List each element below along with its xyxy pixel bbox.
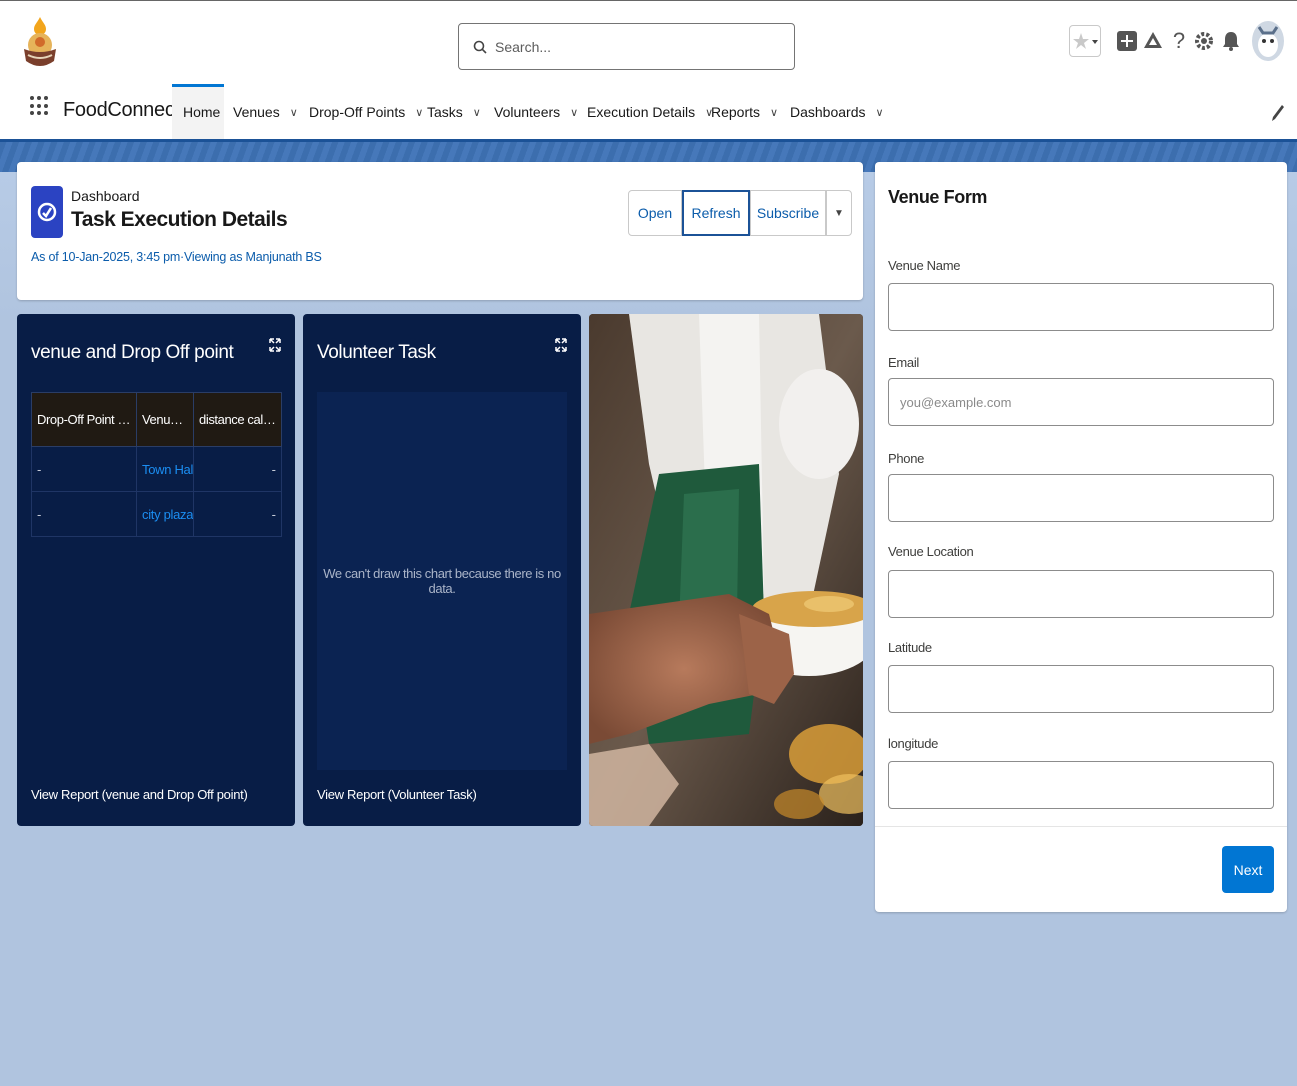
nav-item-execution-details[interactable]: Execution Details ∨ bbox=[587, 104, 713, 120]
help-button[interactable]: ? bbox=[1168, 25, 1190, 57]
nav-item-tasks[interactable]: Tasks ∨ bbox=[427, 104, 481, 120]
chevron-down-icon[interactable]: ∨ bbox=[876, 106, 884, 119]
dashboard-header: Dashboard Task Execution Details As of 1… bbox=[17, 162, 863, 300]
expand-icon[interactable] bbox=[555, 338, 567, 352]
form-title: Venue Form bbox=[888, 187, 988, 207]
phone-field[interactable] bbox=[888, 474, 1274, 522]
nav-item-dashboards[interactable]: Dashboards ∨ bbox=[790, 104, 884, 120]
nav-item-label: Dashboards bbox=[790, 104, 866, 120]
dashboard-label: Dashboard bbox=[71, 188, 140, 204]
nav-item-label: Drop-Off Points bbox=[309, 104, 406, 120]
app-logo bbox=[24, 17, 56, 66]
column-header-venue[interactable]: Venue ... bbox=[136, 392, 194, 447]
more-actions-chevron-down-icon[interactable]: ▼ bbox=[826, 190, 852, 236]
nav-item-reports[interactable]: Reports ∨ bbox=[711, 104, 778, 120]
notifications-button[interactable] bbox=[1220, 25, 1242, 57]
trailhead-icon bbox=[1144, 32, 1162, 48]
widget-title: Volunteer Task bbox=[317, 342, 436, 363]
field-label: Venue Location bbox=[888, 544, 974, 559]
venue-name-field[interactable] bbox=[888, 283, 1274, 331]
field-label: longitude bbox=[888, 736, 939, 751]
search-icon bbox=[473, 40, 487, 54]
dashboard-icon bbox=[31, 186, 63, 238]
expand-icon[interactable] bbox=[269, 338, 281, 352]
food-serving-image bbox=[589, 314, 863, 826]
empty-chart-message: We can't draw this chart because there i… bbox=[323, 566, 561, 596]
setup-gear-icon bbox=[1195, 32, 1213, 50]
app-launcher-icon[interactable] bbox=[30, 96, 50, 116]
nav-item-label: Tasks bbox=[427, 104, 463, 120]
venue-location-field[interactable] bbox=[888, 570, 1274, 618]
nav-item-home[interactable]: Home bbox=[183, 104, 220, 120]
nav-item-drop-off-points[interactable]: Drop-Off Points ∨ bbox=[309, 104, 423, 120]
chevron-down-icon[interactable]: ∨ bbox=[570, 106, 578, 119]
chevron-down-icon[interactable]: ∨ bbox=[770, 106, 778, 119]
field-label: Venue Name bbox=[888, 258, 961, 273]
global-actions-icon bbox=[1117, 31, 1137, 51]
field-label: Phone bbox=[888, 451, 925, 466]
table-cell: - bbox=[193, 446, 282, 492]
refresh-button[interactable]: Refresh bbox=[682, 190, 750, 236]
field-label: Email bbox=[888, 355, 920, 370]
open-button[interactable]: Open bbox=[628, 190, 682, 236]
email-field[interactable] bbox=[888, 378, 1274, 426]
chevron-down-icon[interactable]: ∨ bbox=[415, 106, 423, 119]
venue-link[interactable]: Town Hall bbox=[136, 446, 194, 492]
app-navigation: FoodConnect Home Venues ∨ Drop-Off Point… bbox=[0, 84, 1297, 142]
latitude-field[interactable] bbox=[888, 665, 1274, 713]
table-row: - Town Hall - bbox=[31, 446, 282, 492]
column-header-distance[interactable]: distance calcul... bbox=[193, 392, 282, 447]
dashboard-timestamp: As of 10-Jan-2025, 3:45 pm·Viewing as Ma… bbox=[31, 250, 322, 264]
chevron-down-icon[interactable]: ∨ bbox=[290, 106, 298, 119]
table-header-row: Drop-Off Point Na... Venue ... distance … bbox=[31, 392, 282, 447]
venue-link[interactable]: city plaza bbox=[136, 491, 194, 537]
widget-volunteer-task: Volunteer Task We can't draw this chart … bbox=[303, 314, 581, 826]
view-report-link[interactable]: View Report (venue and Drop Off point) bbox=[31, 787, 248, 802]
table-cell: - bbox=[31, 446, 137, 492]
favorites-star-icon bbox=[1073, 33, 1098, 49]
search-placeholder: Search... bbox=[495, 38, 552, 55]
setup-button[interactable] bbox=[1193, 25, 1215, 57]
nav-item-label: Execution Details bbox=[587, 104, 696, 120]
notifications-bell-icon bbox=[1223, 32, 1239, 51]
longitude-field[interactable] bbox=[888, 761, 1274, 809]
app-name: FoodConnect bbox=[63, 99, 180, 121]
field-label: Latitude bbox=[888, 640, 932, 655]
nav-item-volunteers[interactable]: Volunteers ∨ bbox=[494, 104, 578, 120]
nav-item-label: Volunteers bbox=[494, 104, 561, 120]
nav-item-label: Reports bbox=[711, 104, 761, 120]
chevron-down-icon[interactable]: ∨ bbox=[473, 106, 481, 119]
view-report-link[interactable]: View Report (Volunteer Task) bbox=[317, 787, 477, 802]
dashboard-button-group: Open Refresh Subscribe ▼ bbox=[628, 190, 852, 236]
edit-nav-pencil-icon[interactable] bbox=[1271, 104, 1285, 122]
table-cell: - bbox=[193, 491, 282, 537]
nav-item-venues[interactable]: Venues ∨ bbox=[233, 104, 298, 120]
global-header: Search... ? bbox=[0, 0, 1297, 84]
widget-title: venue and Drop Off point bbox=[31, 342, 234, 363]
nav-item-label: Venues bbox=[233, 104, 280, 120]
trailhead-button[interactable] bbox=[1142, 25, 1164, 57]
form-footer-divider bbox=[875, 826, 1287, 827]
venue-form: Venue Form Venue Name Email Phone Venue … bbox=[875, 162, 1287, 912]
empty-chart-area: We can't draw this chart because there i… bbox=[317, 392, 567, 770]
page-title: Task Execution Details bbox=[71, 208, 288, 231]
nav-item-label: Home bbox=[183, 104, 221, 120]
column-header-drop-off-point[interactable]: Drop-Off Point Na... bbox=[31, 392, 137, 447]
favorites-button[interactable] bbox=[1069, 25, 1101, 57]
report-table: Drop-Off Point Na... Venue ... distance … bbox=[31, 392, 282, 537]
avatar[interactable] bbox=[1250, 19, 1286, 63]
table-row: - city plaza - bbox=[31, 491, 282, 537]
help-icon: ? bbox=[1172, 28, 1186, 53]
next-button[interactable]: Next bbox=[1222, 846, 1274, 893]
subscribe-button[interactable]: Subscribe bbox=[750, 190, 826, 236]
global-actions-button[interactable] bbox=[1116, 25, 1138, 57]
widget-venue-drop-off: venue and Drop Off point Drop-Off Point … bbox=[17, 314, 295, 826]
global-search-input[interactable]: Search... bbox=[458, 23, 795, 70]
table-cell: - bbox=[31, 491, 137, 537]
